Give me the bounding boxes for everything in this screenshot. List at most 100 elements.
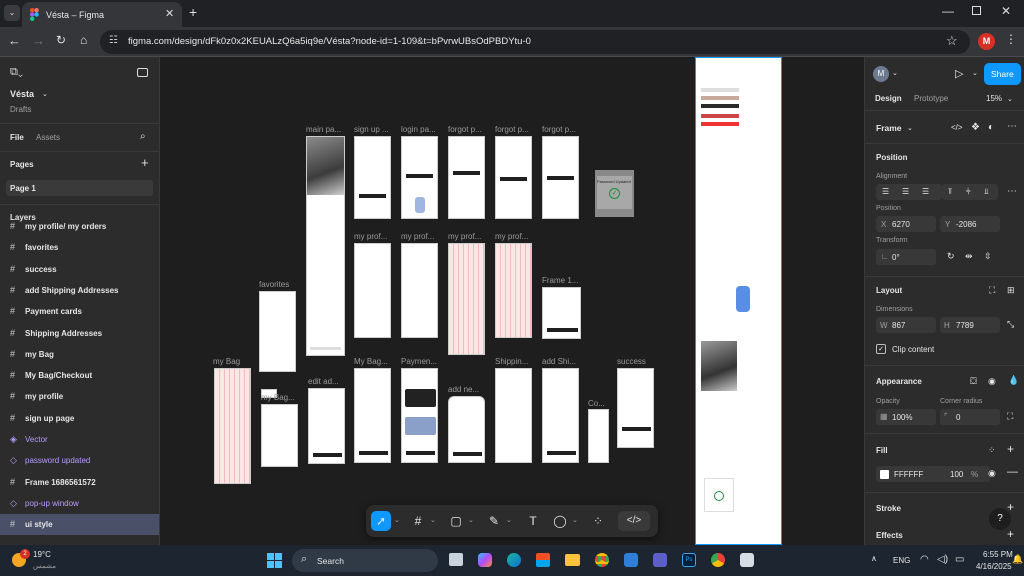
comment-tool[interactable]: ◯ [550,511,570,531]
back-icon[interactable]: ← [8,33,21,48]
align-top-icon[interactable]: ⫪ [948,187,953,197]
frame-forgot-password-1[interactable] [448,136,485,219]
align-bottom-icon[interactable]: ⫫ [984,187,989,197]
frame-my-bag-checkout[interactable] [354,368,391,463]
chrome-icon[interactable] [595,553,609,567]
home-icon[interactable]: ⌂ [80,33,87,47]
chevron-down-icon[interactable]: ⌄ [394,516,400,524]
layer-item[interactable]: ◈ Vector [0,429,159,450]
photoshop-icon[interactable]: Ps [682,553,696,567]
file-name[interactable]: Vésta [10,89,34,99]
tab-list-button[interactable]: ⌄ [4,5,20,21]
tab-prototype[interactable]: Prototype [914,94,948,103]
visibility-eye-icon[interactable]: ◉ [988,376,996,387]
battery-icon[interactable]: ▭ [955,554,964,565]
text-tool[interactable]: T [523,511,543,531]
layer-item[interactable]: # sign up page [0,408,159,429]
width-field[interactable]: W 867 [876,317,936,333]
frame-forgot-password-3[interactable] [542,136,579,219]
independent-corners-icon[interactable]: ⛶ [1007,411,1013,422]
browser-tab[interactable]: Vésta – Figma ✕ [22,2,182,27]
frame-my-bag-2[interactable] [261,404,298,467]
frame-success[interactable] [617,368,654,448]
move-tool[interactable]: ➚ [371,511,391,531]
fill-row[interactable]: FFFFFF 100 % [876,466,990,482]
add-effect-icon[interactable]: + [1007,527,1014,541]
layer-item[interactable]: # my profile/ my orders [0,216,159,237]
flip-horizontal-icon[interactable]: ⇹ [965,251,973,262]
chevron-down-icon[interactable]: ⌄ [972,69,978,77]
align-left-icon[interactable]: ☰ [882,187,889,196]
toggle-sidebar-icon[interactable] [137,68,148,77]
url-field[interactable]: ☷ figma.com/design/dFk0z0x2KEUALzQ6a5iq9… [100,30,970,54]
layer-item[interactable]: # Payment cards [0,301,159,322]
bookmark-star-icon[interactable]: ☆ [946,33,958,49]
avatar[interactable]: M [873,66,889,82]
app-icon[interactable] [624,553,638,567]
snipping-tool-icon[interactable] [740,553,754,567]
resize-icon[interactable]: ⤡ [1007,319,1014,330]
browser-menu-icon[interactable]: ⋮ [1005,32,1017,46]
fill-swatch[interactable] [880,470,889,479]
tab-assets[interactable]: Assets [36,133,60,142]
frame-sign-up[interactable] [354,136,391,219]
frame-login[interactable] [401,136,438,219]
wifi-icon[interactable]: ◠ [920,554,929,565]
x-field[interactable]: X 6270 [876,216,936,232]
chevron-down-icon[interactable]: ⌄ [572,516,578,524]
share-button[interactable]: Share [984,63,1021,85]
more-icon[interactable]: ⋯ [1007,186,1017,197]
layout-grid-icon[interactable]: ⊞ [1007,285,1015,296]
chevron-down-icon[interactable]: ⌄ [430,516,436,524]
frame-add-shipping[interactable] [542,368,579,463]
align-middle-icon[interactable]: ⫩ [966,187,971,197]
frame-my-bag[interactable] [214,368,251,484]
remove-fill-icon[interactable]: — [1007,466,1018,478]
layer-item[interactable]: # success [0,259,159,280]
more-icon[interactable]: ⋯ [1007,121,1017,132]
teams-icon[interactable] [653,553,667,567]
auto-layout-icon[interactable]: ⛶ [989,285,995,296]
clip-content-checkbox[interactable]: ✓ [876,344,886,354]
fill-styles-icon[interactable]: ⁘ [988,445,996,456]
chevron-down-icon[interactable]: ⌄ [468,516,474,524]
opacity-field[interactable]: ▦ 100% [876,409,936,425]
clock-time[interactable]: 6:55 PM [983,550,1013,559]
chevron-down-icon[interactable]: ⌄ [907,124,913,132]
input-language[interactable]: ENG [893,556,910,565]
frame-co[interactable] [588,409,609,463]
site-info-icon[interactable]: ☷ [109,35,118,46]
align-center-icon[interactable]: ☰ [902,187,909,196]
restore-icon[interactable] [972,6,981,15]
main-menu-icon[interactable]: ⧉⌄ [10,66,23,79]
layer-item[interactable]: # my profile [0,386,159,407]
y-field[interactable]: Y -2086 [940,216,1000,232]
frame-label[interactable]: Frame [876,123,902,133]
task-view-icon[interactable] [449,553,463,566]
rotate-icon[interactable]: ↻ [947,251,955,262]
height-field[interactable]: H 7789 [940,317,1000,333]
taskbar-search[interactable]: ⌕ Search [292,549,438,572]
pen-tool[interactable]: ✎ [484,511,504,531]
tab-design[interactable]: Design [875,94,902,103]
forward-icon[interactable]: → [32,33,45,48]
window-close-icon[interactable]: ✕ [1001,4,1011,18]
file-name-chevron-icon[interactable]: ⌄ [42,90,48,98]
rotation-field[interactable]: ∟ 0° [876,249,936,265]
add-page-icon[interactable]: + [141,155,149,170]
clock-date[interactable]: 4/16/2025 [976,562,1012,571]
reload-icon[interactable]: ↻ [56,33,66,47]
copilot-icon[interactable] [478,553,492,567]
tab-file[interactable]: File [10,133,24,142]
frame-shipping-addresses[interactable] [495,368,532,463]
component-icon[interactable]: ❖ [971,122,980,133]
add-fill-icon[interactable]: + [1007,442,1014,456]
chrome-alt-icon[interactable] [711,553,725,567]
frame-main-page[interactable] [306,136,345,356]
chevron-down-icon[interactable]: ⌄ [1007,95,1013,103]
layer-item[interactable]: # ui style [0,514,159,536]
styles-icon[interactable]: ⛋ [970,376,977,387]
popup-password-updated[interactable]: Password Updated ✓ [595,170,634,217]
chevron-down-icon[interactable]: ⌄ [506,516,512,524]
frame-edit-address[interactable] [308,388,345,464]
